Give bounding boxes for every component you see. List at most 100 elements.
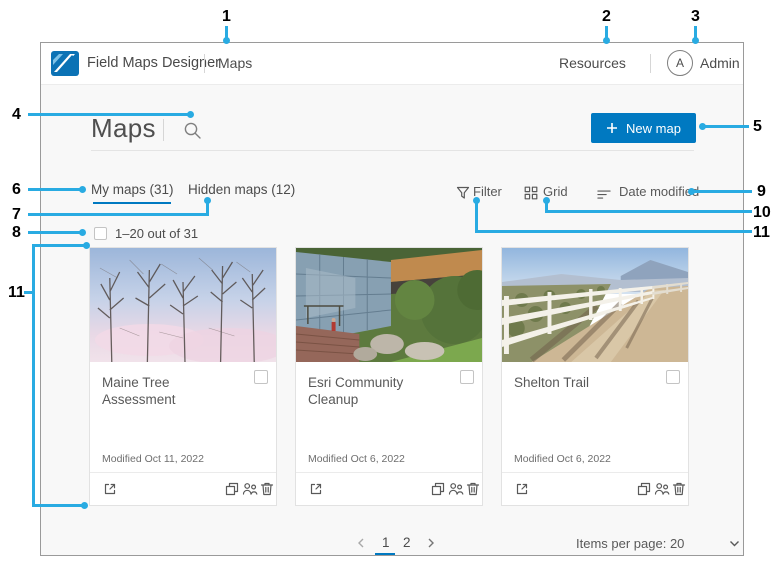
map-card[interactable]: Maine Tree Assessment Modified Oct 11, 2… <box>89 247 277 506</box>
sort-icon[interactable] <box>597 188 611 202</box>
app-header: Field Maps Designer Maps Resources A Adm… <box>41 43 743 85</box>
callout-label-4: 4 <box>12 106 21 123</box>
callout-line-11-bracket <box>32 244 35 507</box>
callout-label-5: 5 <box>753 118 762 135</box>
tab-my-maps[interactable]: My maps (31) <box>91 182 174 197</box>
card-footer <box>502 472 688 506</box>
plus-icon <box>607 123 618 133</box>
header-divider <box>204 54 205 73</box>
share-members-icon[interactable] <box>242 481 258 497</box>
items-per-page-select[interactable]: Items per page: 20 <box>576 536 684 551</box>
screenshot-canvas: Field Maps Designer Maps Resources A Adm… <box>0 0 781 562</box>
callout-dot-4 <box>187 111 194 118</box>
duplicate-icon[interactable] <box>224 481 240 497</box>
delete-icon[interactable] <box>671 481 687 497</box>
card-modified-date: Modified Oct 11, 2022 <box>102 453 204 465</box>
card-checkbox[interactable] <box>254 370 268 384</box>
share-members-icon[interactable] <box>654 481 670 497</box>
delete-icon[interactable] <box>465 481 481 497</box>
search-icon[interactable] <box>183 121 203 141</box>
header-rule <box>91 150 694 151</box>
grid-view-icon[interactable] <box>524 186 538 200</box>
card-thumbnail-campus <box>296 248 482 362</box>
callout-line-6 <box>28 188 80 191</box>
callout-dot-11-right <box>473 197 480 204</box>
app-window: Field Maps Designer Maps Resources A Adm… <box>40 42 744 556</box>
page-number-2[interactable]: 2 <box>403 535 411 550</box>
delete-icon[interactable] <box>259 481 275 497</box>
open-map-icon[interactable] <box>514 481 530 497</box>
card-title: Shelton Trail <box>514 375 590 390</box>
callout-line-5 <box>702 125 749 128</box>
callout-dot-8 <box>79 229 86 236</box>
filter-icon[interactable] <box>456 186 470 200</box>
card-thumbnail-trees <box>90 248 276 362</box>
card-checkbox[interactable] <box>460 370 474 384</box>
callout-line-11r-b <box>475 230 752 233</box>
callout-label-11-right: 11 <box>753 224 770 241</box>
callout-label-3: 3 <box>691 8 700 25</box>
callout-line-10b <box>545 210 752 213</box>
card-modified-date: Modified Oct 6, 2022 <box>514 453 611 465</box>
page-title: Maps <box>91 113 156 143</box>
card-modified-date: Modified Oct 6, 2022 <box>308 453 405 465</box>
callout-label-7: 7 <box>12 206 21 223</box>
callout-dot-5 <box>699 123 706 130</box>
callout-dot-7 <box>204 197 211 204</box>
open-map-icon[interactable] <box>308 481 324 497</box>
share-members-icon[interactable] <box>448 481 464 497</box>
callout-line-11-top <box>32 244 86 247</box>
map-card[interactable]: Esri Community Cleanup Modified Oct 6, 2… <box>295 247 483 506</box>
chevron-down-icon[interactable] <box>729 540 740 548</box>
resources-link[interactable]: Resources <box>559 43 626 84</box>
app-title: Field Maps Designer <box>87 55 220 71</box>
callout-label-11-left: 11 <box>8 284 25 301</box>
card-title: Maine Tree Assessment <box>102 375 176 407</box>
callout-dot-11-top <box>83 242 90 249</box>
avatar[interactable]: A <box>667 50 693 76</box>
map-card[interactable]: Shelton Trail Modified Oct 6, 2022 <box>501 247 689 506</box>
callout-dot-1 <box>223 37 230 44</box>
callout-label-9: 9 <box>757 183 766 200</box>
username-label[interactable]: Admin <box>700 43 740 84</box>
callout-line-7a <box>28 213 209 216</box>
new-map-label: New map <box>626 120 681 136</box>
callout-line-11r-a <box>475 201 478 233</box>
card-footer <box>90 472 276 506</box>
selection-count-label: 1–20 out of 31 <box>115 226 199 241</box>
page-number-1[interactable]: 1 <box>382 535 390 550</box>
card-thumbnail-trail <box>502 248 688 362</box>
page-prev-icon[interactable] <box>356 537 366 549</box>
card-footer <box>296 472 482 506</box>
card-title: Esri Community Cleanup <box>308 375 404 407</box>
select-all-checkbox[interactable] <box>94 227 107 240</box>
esri-logo-icon <box>51 51 79 76</box>
header-divider-2 <box>650 54 651 73</box>
duplicate-icon[interactable] <box>636 481 652 497</box>
new-map-button[interactable]: New map <box>591 113 696 143</box>
callout-label-8: 8 <box>12 224 21 241</box>
callout-line-11-bottom <box>32 504 84 507</box>
active-tab-underline <box>93 202 171 204</box>
current-page-underline <box>375 553 395 555</box>
callout-label-2: 2 <box>602 8 611 25</box>
callout-dot-11-bottom <box>81 502 88 509</box>
callout-label-6: 6 <box>12 181 21 198</box>
callout-dot-9 <box>688 188 695 195</box>
callout-dot-6 <box>79 186 86 193</box>
callout-line-9 <box>692 190 752 193</box>
card-checkbox[interactable] <box>666 370 680 384</box>
nav-item-maps[interactable]: Maps <box>218 43 252 84</box>
callout-line-4 <box>28 113 190 116</box>
callout-dot-10 <box>543 197 550 204</box>
callout-dot-2 <box>603 37 610 44</box>
callout-line-8 <box>28 231 80 234</box>
page-next-icon[interactable] <box>426 537 436 549</box>
callout-dot-3 <box>692 37 699 44</box>
tab-hidden-maps[interactable]: Hidden maps (12) <box>188 182 295 197</box>
open-map-icon[interactable] <box>102 481 118 497</box>
title-divider <box>163 119 164 141</box>
callout-label-1: 1 <box>222 8 231 25</box>
duplicate-icon[interactable] <box>430 481 446 497</box>
callout-label-10: 10 <box>753 204 771 221</box>
